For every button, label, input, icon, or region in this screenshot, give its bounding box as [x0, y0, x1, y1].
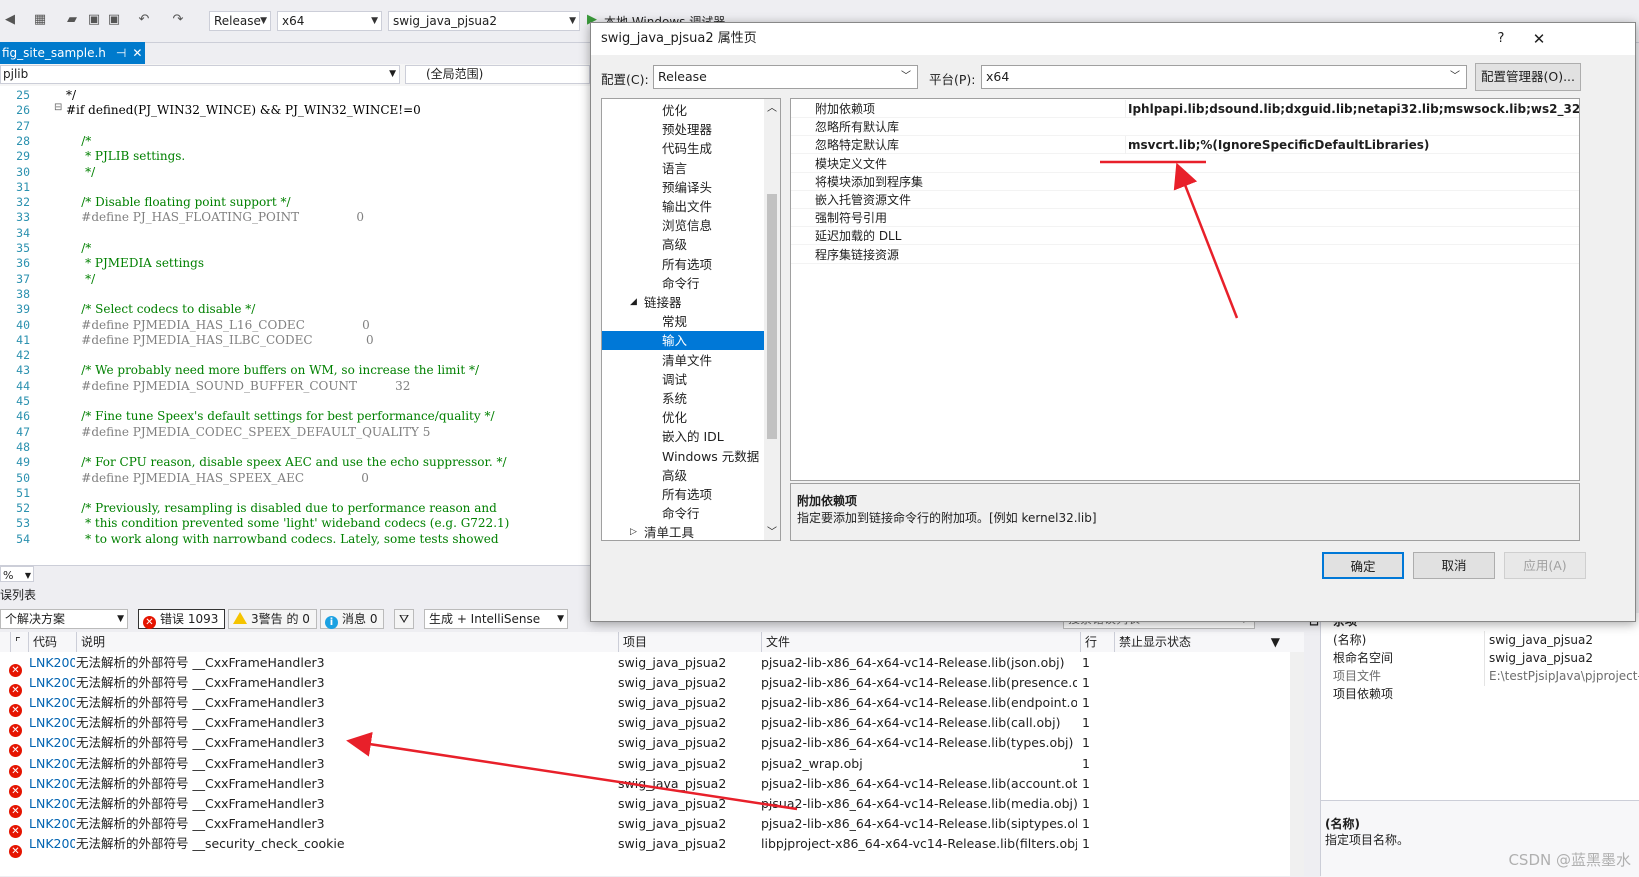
arrow-annotation-to-setting: [1173, 162, 1239, 319]
watermark: CSDN @蓝黑墨水: [1508, 851, 1631, 869]
annotation-overlay: [346, 160, 1239, 811]
arrow-annotation-to-error: [346, 731, 798, 811]
